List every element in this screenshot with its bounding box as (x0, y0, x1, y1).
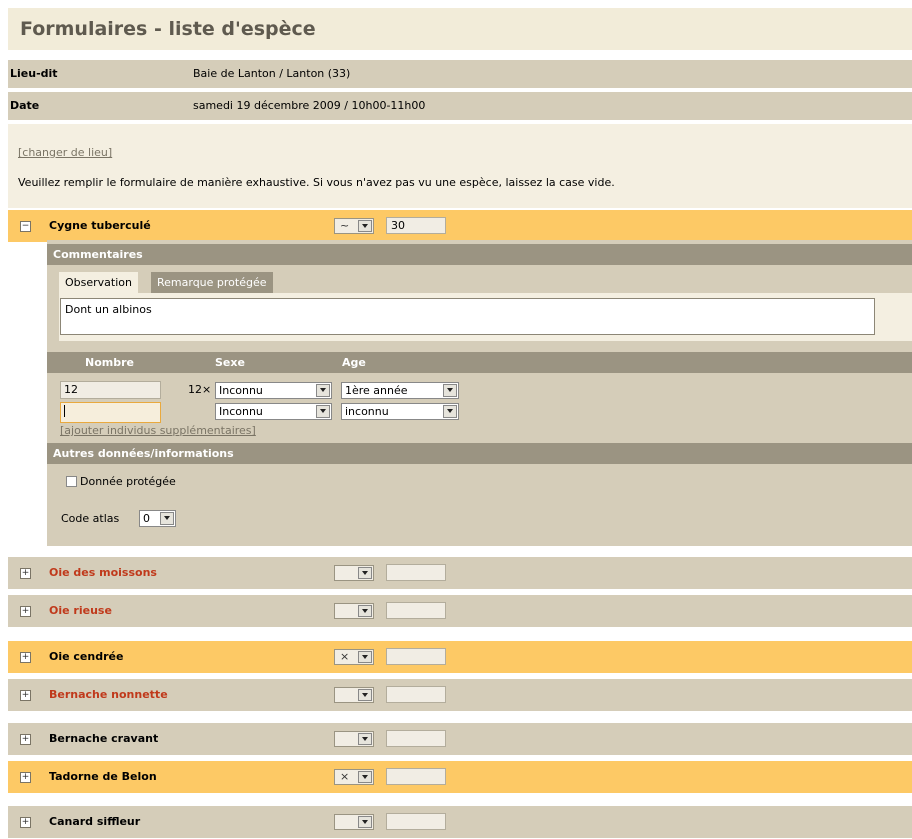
precision-select[interactable]: ~ (334, 218, 374, 234)
individuals-header (47, 352, 912, 373)
column-sex: Sexe (215, 356, 245, 369)
species-row: + Oie des moissons (8, 557, 912, 589)
dropdown-arrow-icon (443, 384, 457, 397)
add-individuals-link[interactable]: [ajouter individus supplémentaires] (60, 424, 256, 437)
expand-toggle-icon[interactable]: + (20, 606, 31, 617)
column-age: Age (342, 356, 366, 369)
dropdown-arrow-icon (443, 405, 457, 418)
instructions-text: Veuillez remplir le formulaire de manièr… (18, 176, 615, 189)
species-row: + Oie rieuse (8, 595, 912, 627)
sex-select[interactable]: Inconnu (215, 382, 332, 399)
dropdown-arrow-icon (316, 384, 330, 397)
count-input[interactable] (386, 564, 446, 581)
individual-number-input[interactable] (60, 402, 161, 423)
tab-observation[interactable]: Observation (59, 272, 138, 293)
dropdown-arrow-icon (358, 733, 372, 745)
info-row-date: Date samedi 19 décembre 2009 / 10h00-11h… (8, 92, 912, 120)
text-cursor (64, 405, 65, 417)
sex-value: Inconnu (219, 405, 263, 418)
count-input[interactable] (386, 730, 446, 747)
dropdown-arrow-icon (358, 220, 372, 232)
count-input[interactable] (386, 813, 446, 830)
precision-value: × (340, 650, 350, 663)
count-input[interactable] (386, 648, 446, 665)
precision-select[interactable]: × (334, 769, 374, 785)
precision-select[interactable]: × (334, 649, 374, 665)
protected-checkbox[interactable] (66, 476, 77, 487)
sex-select[interactable]: Inconnu (215, 403, 332, 420)
species-details-panel: Commentaires Observation Remarque protég… (47, 240, 912, 546)
dropdown-arrow-icon (358, 567, 372, 579)
expand-toggle-icon[interactable]: + (20, 817, 31, 828)
page-title: Formulaires - liste d'espèce (8, 8, 912, 50)
individual-number-input[interactable]: 12 (60, 381, 161, 399)
intro-panel: [changer de lieu] Veuillez remplir le fo… (8, 124, 912, 208)
age-value: 1ère année (345, 384, 408, 397)
species-name: Tadorne de Belon (49, 770, 157, 783)
dropdown-arrow-icon (358, 771, 372, 783)
species-row: + Oie cendrée × (8, 641, 912, 673)
count-input[interactable] (386, 768, 446, 785)
other-data-header: Autres données/informations (47, 443, 912, 464)
expand-toggle-icon[interactable]: + (20, 690, 31, 701)
expand-toggle-icon[interactable]: + (20, 568, 31, 579)
species-name: Bernache nonnette (49, 688, 168, 701)
dropdown-arrow-icon (358, 605, 372, 617)
precision-value: × (340, 770, 350, 783)
location-value: Baie de Lanton / Lanton (33) (193, 67, 351, 80)
observation-textarea[interactable]: Dont un albinos (60, 298, 875, 335)
species-name: Oie des moissons (49, 566, 157, 579)
column-number: Nombre (85, 356, 134, 369)
species-row: + Bernache cravant (8, 723, 912, 755)
species-name: Oie rieuse (49, 604, 112, 617)
comments-header: Commentaires (47, 244, 912, 265)
precision-select[interactable] (334, 687, 374, 703)
expand-toggle-icon[interactable]: + (20, 652, 31, 663)
age-select[interactable]: inconnu (341, 403, 459, 420)
species-name: Bernache cravant (49, 732, 159, 745)
age-select[interactable]: 1ère année (341, 382, 459, 399)
precision-select[interactable] (334, 814, 374, 830)
date-label: Date (10, 99, 40, 112)
date-value: samedi 19 décembre 2009 / 10h00-11h00 (193, 99, 426, 112)
atlas-code-select[interactable]: 0 (139, 510, 176, 527)
species-name: Cygne tuberculé (49, 219, 151, 232)
species-name: Canard siffleur (49, 815, 141, 828)
species-row: + Canard siffleur (8, 806, 912, 838)
location-label: Lieu-dit (10, 67, 58, 80)
count-input[interactable]: 30 (386, 217, 446, 234)
precision-value: ~ (340, 219, 350, 232)
atlas-code-value: 0 (143, 512, 150, 525)
count-input[interactable] (386, 686, 446, 703)
species-row: + Tadorne de Belon × (8, 761, 912, 793)
dropdown-arrow-icon (358, 689, 372, 701)
expand-toggle-icon[interactable]: + (20, 734, 31, 745)
sex-value: Inconnu (219, 384, 263, 397)
dropdown-arrow-icon (160, 512, 174, 525)
atlas-code-label: Code atlas (61, 512, 120, 525)
change-location-link[interactable]: [changer de lieu] (18, 146, 112, 159)
precision-select[interactable] (334, 603, 374, 619)
species-row-expanded: − Cygne tuberculé ~ 30 (8, 210, 912, 242)
species-name: Oie cendrée (49, 650, 124, 663)
age-value: inconnu (345, 405, 389, 418)
count-input[interactable] (386, 602, 446, 619)
dropdown-arrow-icon (316, 405, 330, 418)
dropdown-arrow-icon (358, 816, 372, 828)
protected-label: Donnée protégée (80, 475, 176, 488)
species-row: + Bernache nonnette (8, 679, 912, 711)
collapse-toggle-icon[interactable]: − (20, 221, 31, 232)
precision-select[interactable] (334, 565, 374, 581)
precision-select[interactable] (334, 731, 374, 747)
expand-toggle-icon[interactable]: + (20, 772, 31, 783)
tab-protected-remark[interactable]: Remarque protégée (151, 272, 273, 293)
individual-multiplier: 12× (188, 383, 212, 396)
info-row-location: Lieu-dit Baie de Lanton / Lanton (33) (8, 60, 912, 88)
dropdown-arrow-icon (358, 651, 372, 663)
